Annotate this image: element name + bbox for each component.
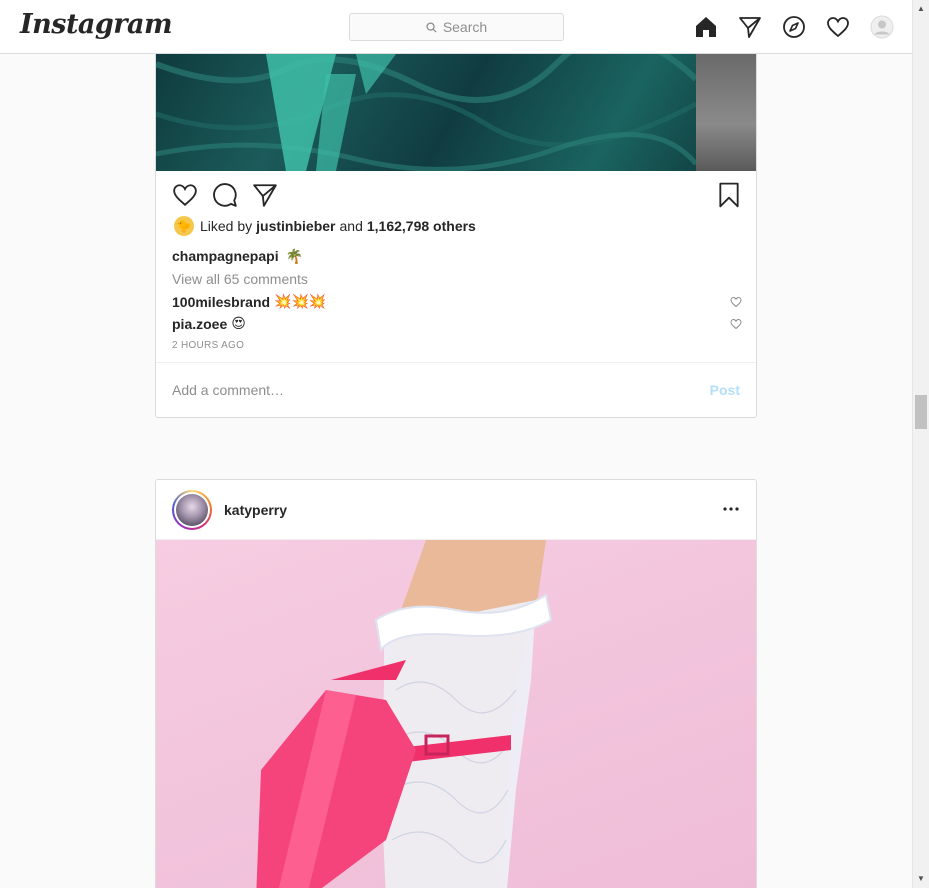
post-caption: champagnepapi 🌴: [172, 248, 303, 265]
feed-post: katyperry: [155, 479, 757, 888]
home-icon[interactable]: [693, 14, 719, 40]
post-image-artwork: [256, 540, 553, 888]
feed-post: 🐤 Liked by justinbieber and 1,162,798 ot…: [155, 54, 757, 418]
instagram-logo[interactable]: Instagram: [20, 9, 173, 40]
top-navigation: Instagram Search: [0, 0, 912, 54]
search-placeholder: Search: [442, 19, 488, 35]
more-options-icon[interactable]: [722, 500, 740, 518]
story-avatar[interactable]: [172, 489, 212, 530]
activity-heart-icon[interactable]: [825, 14, 851, 40]
post-comment-button[interactable]: Post: [710, 382, 740, 398]
comment-item: 100milesbrand 💥💥💥: [172, 293, 742, 310]
explore-icon[interactable]: [781, 14, 807, 40]
caption-text: 🌴: [285, 248, 303, 264]
comment-text: 💥💥💥: [274, 293, 327, 309]
post-username[interactable]: katyperry: [224, 502, 287, 518]
liked-prefix: Liked by: [200, 218, 253, 234]
comment-like-heart-icon[interactable]: [730, 317, 742, 333]
like-heart-icon[interactable]: [172, 182, 198, 208]
scroll-up-arrow[interactable]: ▲: [917, 4, 925, 13]
likes-summary: 🐤 Liked by justinbieber and 1,162,798 ot…: [174, 216, 476, 236]
comment-bubble-icon[interactable]: [212, 182, 238, 208]
view-all-comments-link[interactable]: View all 65 comments: [172, 271, 308, 287]
liker-username[interactable]: justinbieber: [256, 218, 335, 234]
scrollbar-thumb[interactable]: [915, 395, 927, 429]
comment-username[interactable]: 100milesbrand: [172, 294, 270, 310]
add-comment-section: Post: [156, 362, 756, 417]
post-image[interactable]: [156, 54, 756, 171]
post-header: katyperry: [156, 480, 756, 540]
avatar-image: [176, 493, 208, 526]
share-paper-plane-icon[interactable]: [252, 182, 278, 208]
post-image[interactable]: [156, 540, 756, 888]
post-timestamp: 2 HOURS AGO: [172, 340, 245, 351]
direct-message-icon[interactable]: [737, 14, 763, 40]
comment-like-heart-icon[interactable]: [730, 295, 742, 311]
add-comment-input[interactable]: [172, 382, 710, 398]
profile-avatar-icon[interactable]: [869, 14, 895, 40]
liker-avatar[interactable]: 🐤: [174, 216, 194, 236]
post-image-edge: [696, 54, 756, 171]
scroll-down-arrow[interactable]: ▼: [917, 874, 925, 883]
search-icon: [426, 21, 437, 33]
page-scrollbar[interactable]: ▲ ▼: [912, 0, 929, 888]
caption-username[interactable]: champagnepapi: [172, 248, 279, 264]
search-input[interactable]: Search: [349, 13, 564, 41]
comment-item: pia.zoee 😍: [172, 315, 742, 332]
post-image-pattern: [156, 54, 696, 171]
liked-and: and: [339, 218, 363, 234]
comment-text: 😍: [231, 315, 246, 331]
likes-count-link[interactable]: 1,162,798 others: [367, 218, 476, 234]
bookmark-icon[interactable]: [716, 182, 742, 208]
comment-username[interactable]: pia.zoee: [172, 316, 227, 332]
